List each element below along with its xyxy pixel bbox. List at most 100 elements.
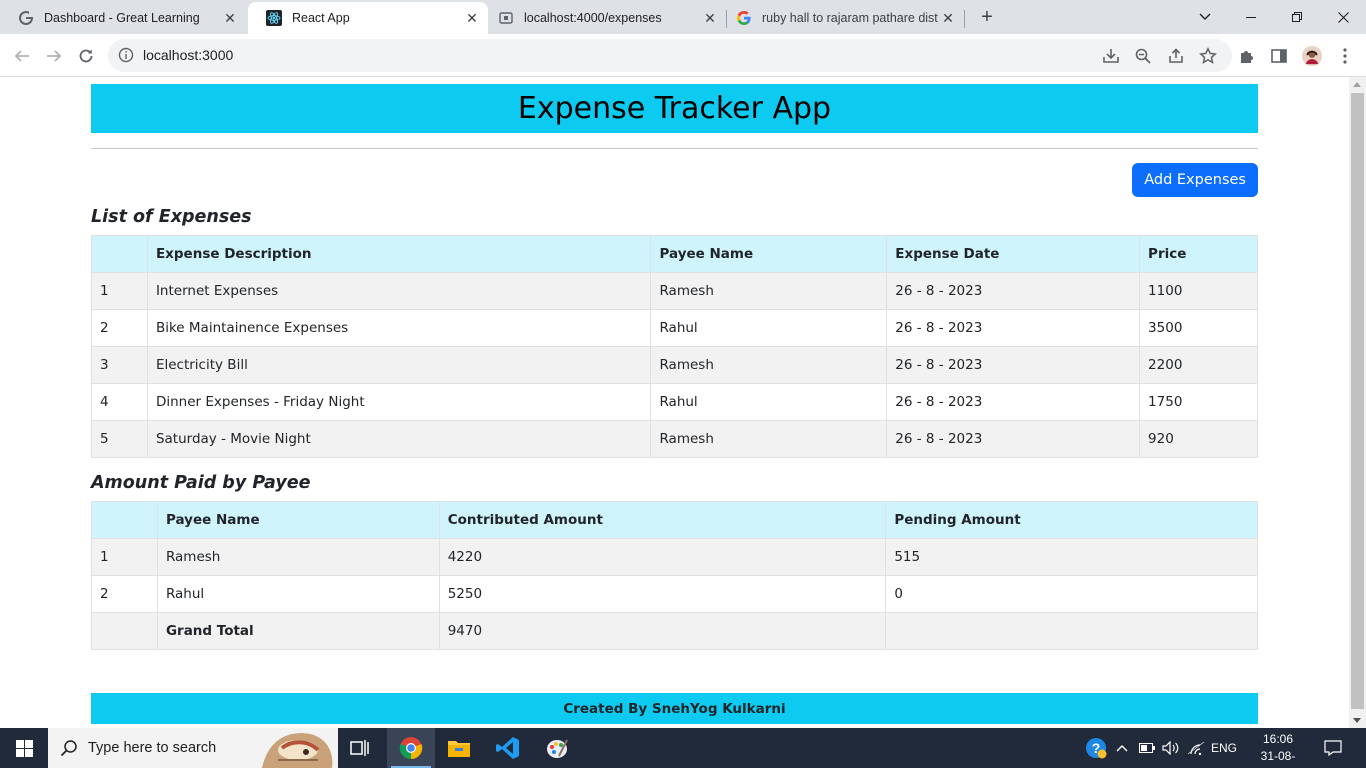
close-tab-icon[interactable]: ✕	[462, 8, 482, 28]
payee-name: Rahul	[650, 383, 888, 421]
taskbar-search-box[interactable]: Type here to search	[48, 728, 338, 768]
minimize-icon[interactable]	[1228, 0, 1274, 34]
price: 920	[1139, 420, 1258, 458]
add-expenses-button[interactable]: Add Expenses	[1132, 163, 1258, 197]
clock-date: 31-08-2023	[1260, 749, 1296, 768]
page-scrollbar[interactable]	[1349, 77, 1366, 728]
vscode-icon[interactable]	[484, 728, 532, 768]
battery-icon[interactable]	[1136, 728, 1158, 768]
scroll-down-arrow-icon[interactable]	[1353, 718, 1361, 723]
expense-date: 26 - 8 - 2023	[886, 309, 1141, 347]
forward-arrow-icon[interactable]	[41, 43, 67, 69]
table-row: 1 Internet Expenses Ramesh 26 - 8 - 2023…	[91, 272, 1258, 310]
close-tab-icon[interactable]: ✕	[700, 8, 720, 28]
tab-dashboard[interactable]: Dashboard - Great Learning ✕	[0, 2, 246, 34]
reload-icon[interactable]	[73, 43, 99, 69]
price: 1750	[1139, 383, 1258, 421]
table-row: 2 Rahul 5250 0	[91, 575, 1258, 613]
scrollbar-thumb[interactable]	[1351, 93, 1364, 709]
share-icon[interactable]	[1167, 47, 1185, 65]
expenses-section-title: List of Expenses	[91, 207, 252, 227]
page-viewport: Expense Tracker App Add Expenses List of…	[0, 77, 1349, 728]
page-title: Expense Tracker App	[517, 91, 832, 126]
expense-description: Electricity Bill	[146, 346, 652, 384]
column-header	[91, 501, 158, 539]
back-arrow-icon[interactable]	[9, 43, 35, 69]
column-header: Contributed Amount	[438, 501, 887, 539]
system-clock[interactable]: 16:06 31-08-2023	[1248, 731, 1308, 768]
column-header: Payee Name	[650, 235, 888, 273]
paint-icon[interactable]	[533, 728, 581, 768]
windows-start-icon[interactable]	[0, 728, 48, 768]
expenses-table: Expense Description Payee Name Expense D…	[91, 235, 1258, 458]
row-number: 3	[91, 346, 148, 384]
pending-amount: 0	[885, 575, 1258, 613]
column-header: Expense Date	[886, 235, 1141, 273]
side-panel-icon[interactable]	[1269, 46, 1289, 66]
price: 3500	[1139, 309, 1258, 347]
empty-cell	[885, 612, 1258, 650]
grand-total-label: Grand Total	[156, 612, 440, 650]
search-placeholder: Type here to search	[88, 740, 217, 756]
contributed-amount: 4220	[438, 538, 887, 576]
wifi-icon[interactable]	[1185, 728, 1207, 768]
payee-table: Payee Name Contributed Amount Pending Am…	[91, 501, 1258, 650]
address-bar[interactable]: localhost:3000	[108, 39, 1232, 72]
tab-localhost-expenses[interactable]: localhost:4000/expenses ✕	[480, 2, 726, 34]
row-number: 5	[91, 420, 148, 458]
row-number: 2	[91, 309, 148, 347]
show-hidden-icons-chevron-icon[interactable]	[1112, 728, 1132, 768]
menu-kebab-icon[interactable]	[1335, 46, 1355, 66]
url-text: localhost:3000	[143, 47, 234, 63]
scroll-up-arrow-icon[interactable]	[1353, 82, 1361, 87]
restore-icon[interactable]	[1274, 0, 1320, 34]
task-view-icon[interactable]	[336, 728, 384, 768]
help-badge-icon[interactable]: ?	[1083, 728, 1109, 768]
tab-title: Dashboard - Great Learning	[44, 11, 200, 25]
new-tab-icon[interactable]: +	[976, 6, 998, 28]
expense-description: Internet Expenses	[146, 272, 652, 310]
divider	[91, 148, 1258, 149]
profile-avatar[interactable]	[1302, 46, 1322, 66]
tab-title: localhost:4000/expenses	[524, 11, 662, 25]
close-window-icon[interactable]	[1320, 0, 1366, 34]
react-icon	[266, 10, 282, 26]
search-highlight-illustration-icon	[258, 730, 336, 768]
column-header: Pending Amount	[885, 501, 1258, 539]
column-header: Price	[1139, 235, 1258, 273]
tab-search-chevron-icon[interactable]	[1182, 0, 1228, 34]
notifications-icon[interactable]	[1320, 728, 1346, 768]
row-number: 4	[91, 383, 148, 421]
expense-date: 26 - 8 - 2023	[886, 272, 1141, 310]
table-header-row: Expense Description Payee Name Expense D…	[91, 235, 1258, 273]
zoom-icon[interactable]	[1134, 47, 1152, 65]
payee-name: Rahul	[650, 309, 888, 347]
empty-cell	[91, 612, 158, 650]
expense-description: Saturday - Movie Night	[146, 420, 652, 458]
pending-amount: 515	[885, 538, 1258, 576]
table-row: 2 Bike Maintainence Expenses Rahul 26 - …	[91, 309, 1258, 347]
install-app-icon[interactable]	[1102, 47, 1120, 65]
page-icon	[498, 10, 514, 26]
bookmark-star-icon[interactable]	[1199, 47, 1217, 65]
tab-react-app[interactable]: React App ✕	[248, 2, 488, 34]
row-number: 1	[91, 272, 148, 310]
expense-date: 26 - 8 - 2023	[886, 420, 1141, 458]
price: 2200	[1139, 346, 1258, 384]
extensions-puzzle-icon[interactable]	[1237, 46, 1257, 66]
language-indicator[interactable]: ENG	[1208, 728, 1240, 768]
file-explorer-icon[interactable]	[435, 728, 483, 768]
site-info-icon[interactable]	[118, 47, 134, 63]
price: 1100	[1139, 272, 1258, 310]
close-tab-icon[interactable]: ✕	[938, 8, 958, 28]
volume-icon[interactable]	[1160, 728, 1182, 768]
expense-date: 26 - 8 - 2023	[886, 346, 1141, 384]
chrome-taskbar-icon[interactable]	[387, 728, 435, 768]
payee-section-title: Amount Paid by Payee	[91, 473, 311, 493]
column-header: Expense Description	[146, 235, 652, 273]
google-g-icon	[18, 10, 34, 26]
close-tab-icon[interactable]: ✕	[220, 8, 240, 28]
payee-name: Rahul	[156, 575, 440, 613]
browser-toolbar: localhost:3000	[0, 34, 1366, 77]
tab-ruby-hall-search[interactable]: ruby hall to rajaram pathare dista ✕	[718, 2, 964, 34]
